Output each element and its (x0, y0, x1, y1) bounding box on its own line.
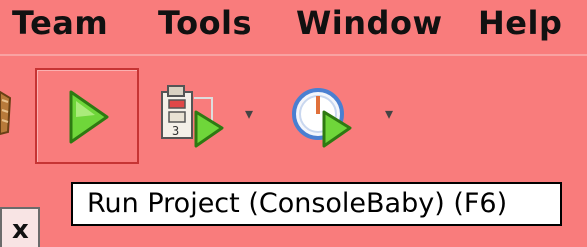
profile-stopwatch-icon[interactable] (290, 82, 360, 156)
menu-window[interactable]: Window (296, 4, 443, 42)
run-play-icon (69, 90, 109, 144)
menu-help[interactable]: Help (478, 4, 562, 42)
run-file-digit: 3 (172, 124, 179, 138)
close-icon: x (12, 215, 29, 245)
menu-team[interactable]: Team (12, 4, 108, 42)
run-project-tooltip: Run Project (ConsoleBaby) (F6) (71, 182, 562, 226)
menu-tools[interactable]: Tools (158, 4, 252, 42)
run-file-dropdown-icon[interactable]: ▾ (245, 104, 253, 123)
tab-close-button[interactable]: x (0, 207, 40, 247)
run-file-icon[interactable]: 3 (160, 84, 230, 154)
profile-dropdown-icon[interactable]: ▾ (385, 104, 393, 123)
clean-build-icon[interactable] (0, 88, 14, 140)
run-project-button[interactable] (35, 68, 139, 164)
menu-bar: Team Tools Window Help (0, 0, 587, 54)
